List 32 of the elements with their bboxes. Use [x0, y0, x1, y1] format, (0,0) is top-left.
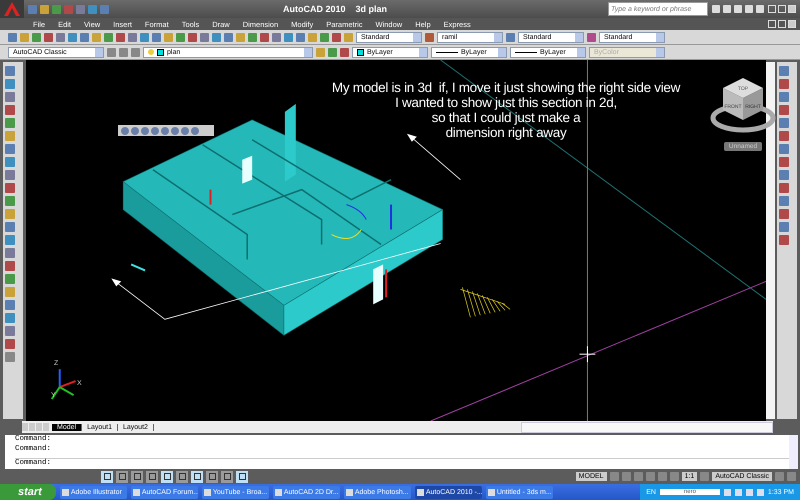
- drafting-toggle-button[interactable]: [131, 470, 143, 482]
- style-icon[interactable]: [587, 32, 596, 42]
- restore-button[interactable]: [778, 20, 786, 28]
- annotation-text: so that I could just make a: [432, 110, 580, 125]
- window-title: AutoCAD 2010: [283, 4, 346, 14]
- stair-hatch-drawing: [460, 287, 510, 318]
- annotation-text: dimension right away: [446, 125, 566, 140]
- drafting-toggle-button[interactable]: [116, 470, 128, 482]
- drafting-toggle-button[interactable]: [236, 470, 248, 482]
- annotation-text: My model is in 3d if, I move it just showing the right side view: [332, 80, 680, 95]
- ucs-icon: [50, 369, 76, 400]
- drafting-toggle-button[interactable]: [101, 470, 113, 482]
- style-icon[interactable]: [344, 32, 353, 42]
- drafting-toggle-button[interactable]: [161, 470, 173, 482]
- drafting-toggle-button[interactable]: [191, 470, 203, 482]
- maximize-button[interactable]: [778, 5, 786, 13]
- drafting-toggle-button[interactable]: [146, 470, 158, 482]
- style-icon[interactable]: [425, 32, 434, 42]
- drafting-toggle-button[interactable]: [176, 470, 188, 482]
- vertical-scrollbar[interactable]: [789, 435, 798, 469]
- drafting-toggle-button[interactable]: [206, 470, 218, 482]
- annotation-text: I wanted to show just this section in 2d,: [395, 95, 617, 110]
- application-menu-button[interactable]: [0, 0, 24, 18]
- crosshair-icon: [579, 346, 596, 363]
- vertical-scrollbar[interactable]: [766, 62, 775, 419]
- style-icon[interactable]: [506, 32, 515, 42]
- horizontal-scrollbar[interactable]: [521, 422, 773, 432]
- start-button[interactable]: start: [0, 484, 56, 500]
- tool-icon[interactable]: [700, 472, 710, 481]
- drafting-toggle-button[interactable]: [221, 470, 233, 482]
- document-title: 3d plan: [356, 4, 388, 14]
- text-tool-icon[interactable]: [5, 352, 15, 362]
